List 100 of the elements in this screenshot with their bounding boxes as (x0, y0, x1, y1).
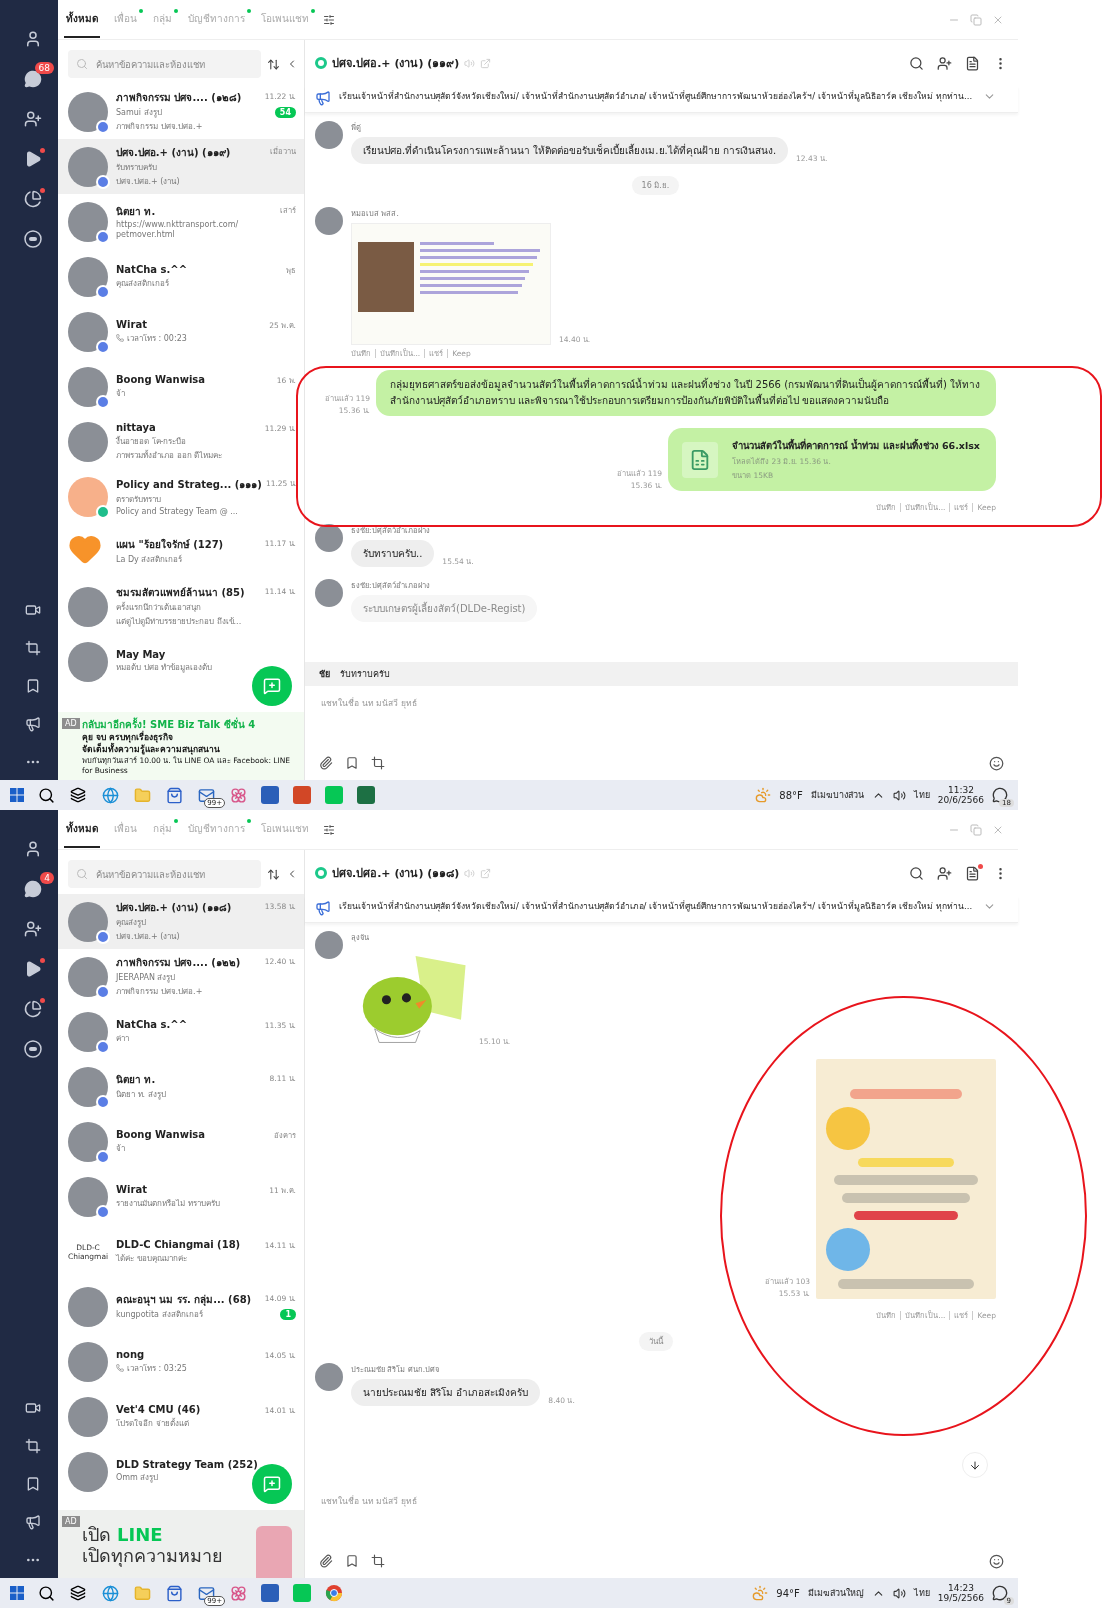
profile-icon[interactable] (24, 840, 42, 858)
sort-icon[interactable] (267, 867, 280, 881)
emoji-icon[interactable] (989, 1553, 1004, 1569)
message-bubble: รับทราบครับ.. (351, 540, 435, 567)
video-icon[interactable] (25, 1400, 41, 1416)
pie-chart-icon[interactable] (24, 190, 42, 208)
add-member-icon[interactable] (937, 865, 952, 881)
avatar (68, 146, 108, 187)
unread-count: 68 (34, 62, 54, 74)
bookmark-icon[interactable] (345, 756, 359, 770)
avatar (315, 1363, 343, 1391)
notes-icon[interactable] (965, 55, 980, 71)
clock-date: 20/6/2566 (937, 795, 984, 805)
crop-icon[interactable] (371, 1554, 385, 1568)
crop-icon[interactable] (371, 756, 385, 770)
chat-name: นิตยา ท. (116, 205, 156, 219)
chats-icon[interactable] (24, 70, 42, 88)
windows-icon[interactable] (10, 788, 24, 802)
store-icon[interactable] (165, 786, 183, 804)
chat-name: Policy and Strateg... (๑๑๑) (116, 478, 262, 492)
avatar (315, 207, 343, 235)
unread-count: 54 (274, 107, 296, 118)
task-view-icon[interactable] (70, 787, 86, 803)
search-icon[interactable] (37, 786, 55, 804)
avatar (68, 1341, 108, 1382)
store-icon[interactable] (165, 1584, 183, 1602)
chat-name: DLD-C Chiangmai (18) (116, 1238, 241, 1251)
emoji-icon[interactable] (989, 755, 1004, 771)
flower-icon[interactable] (229, 786, 247, 804)
avatar (315, 931, 343, 959)
filter-icon[interactable] (323, 13, 335, 26)
crop-icon[interactable] (25, 1438, 41, 1454)
message-preview: Omm ส่งรูป (116, 1472, 159, 1484)
attach-icon[interactable] (319, 756, 333, 770)
clock-time: 14:23 (947, 1583, 974, 1593)
chat-name: May May (116, 649, 166, 660)
megaphone-icon[interactable] (25, 1514, 41, 1530)
volume-icon[interactable] (892, 788, 906, 802)
play-icon[interactable] (24, 150, 42, 168)
message-preview: petmover.html (116, 230, 176, 239)
add-member-icon[interactable] (937, 55, 952, 71)
filter-icon[interactable] (323, 823, 335, 836)
chat-title: ปศจ.ปศอ.+ (งาน) (๑๑๘) (332, 866, 460, 882)
add-friend-icon[interactable] (24, 920, 42, 938)
chat-title: ปศจ.ปศอ.+ (งาน) (๑๑๙) (332, 56, 460, 72)
browser-icon[interactable] (101, 1584, 119, 1602)
avatar (315, 121, 343, 149)
megaphone-icon[interactable] (25, 716, 41, 732)
announcement-text: เรียนเจ้าหน้าที่สำนักงานปศุสัตว์จังหวัดเชียงใหม่/ เจ้าหน้าที่สำนักงานปศุสัตว์อำเภอ/ เจ้าหน้าที่ศูนย์ศึกษาการพัฒนาห้วยฮ่องไคร้ฯ/ เจ้าหน้าที่มูลนิธิอาร์ค เชียงใหม่ ทุกท่าน... (339, 90, 974, 103)
speech-circle-icon[interactable] (24, 1040, 42, 1058)
bookmark-icon[interactable] (345, 1554, 359, 1568)
sort-icon[interactable] (267, 57, 280, 71)
chats-icon[interactable] (24, 880, 42, 898)
avatar (68, 641, 108, 682)
task-view-icon[interactable] (70, 1585, 86, 1601)
search-icon[interactable] (909, 865, 924, 881)
browser-icon[interactable] (325, 1584, 343, 1602)
ad-text: กลับมาอีกครั้ง! SME Biz Talk ซีซั่น 4 (82, 718, 257, 731)
scroll-down-button[interactable] (962, 1452, 988, 1478)
chat-name: NatCha s.^^ (116, 263, 188, 276)
message-preview: โปรดใจอีก จ่ายตั้งแต่ (116, 1417, 189, 1430)
add-friend-icon[interactable] (24, 110, 42, 128)
search-icon[interactable] (909, 55, 924, 71)
search-bar[interactable]: ค้นหาข้อความและห้องแชท (68, 860, 261, 888)
attach-icon[interactable] (319, 1554, 333, 1568)
temperature: 88°F (779, 789, 803, 801)
crop-icon[interactable] (25, 640, 41, 656)
bookmark-icon[interactable] (25, 1476, 41, 1492)
ad-text: LINE (117, 1524, 163, 1545)
notifications-icon[interactable] (992, 1585, 1008, 1601)
bookmark-icon[interactable] (25, 678, 41, 694)
search-bar[interactable]: ค้นหาข้อความและห้องแชท (68, 50, 261, 78)
windows-icon[interactable] (10, 1586, 24, 1600)
ad-text: เปิด (82, 1524, 111, 1545)
pie-chart-icon[interactable] (24, 1000, 42, 1018)
speech-circle-icon[interactable] (24, 230, 42, 248)
avatar (68, 256, 108, 297)
notes-icon[interactable] (965, 865, 980, 881)
search-field[interactable]: ค้นหาข้อความและห้องแชท (94, 867, 253, 881)
weather-text: มีเมฆบางส่วน (810, 789, 864, 802)
search-field[interactable]: ค้นหาข้อความและห้องแชท (94, 57, 253, 71)
message-preview: รับทราบครับ (116, 162, 157, 174)
ad-text: เปิดทุกความหมาย (82, 1545, 224, 1566)
search-icon[interactable] (37, 1584, 55, 1602)
ad-banner[interactable]: AD เปิด LINE เปิดทุกความหมาย (58, 1510, 304, 1578)
notification-dot (40, 148, 45, 153)
chat-name: ภาพกิจกรรม ปศจ.... (๑๒๘) (116, 91, 242, 105)
chat-name: Boong Wanwisa (116, 373, 206, 386)
profile-icon[interactable] (24, 30, 42, 48)
browser-icon[interactable] (101, 786, 119, 804)
video-icon[interactable] (25, 602, 41, 618)
chat-name: แผน "ร้อยใจรักษ์ (127) (116, 537, 224, 552)
message-preview: https://www.nkttransport.com/ (116, 220, 239, 229)
avatar (68, 901, 108, 942)
tab[interactable]: ทั้งหมด (64, 811, 100, 848)
tab[interactable]: ทั้งหมด (64, 1, 100, 38)
chat-name: คณะอนุฯ นม รร. กลุ่ม... (68) (116, 1293, 252, 1307)
volume-icon[interactable] (892, 1586, 906, 1600)
flower-icon[interactable] (229, 1584, 247, 1602)
play-icon[interactable] (24, 960, 42, 978)
